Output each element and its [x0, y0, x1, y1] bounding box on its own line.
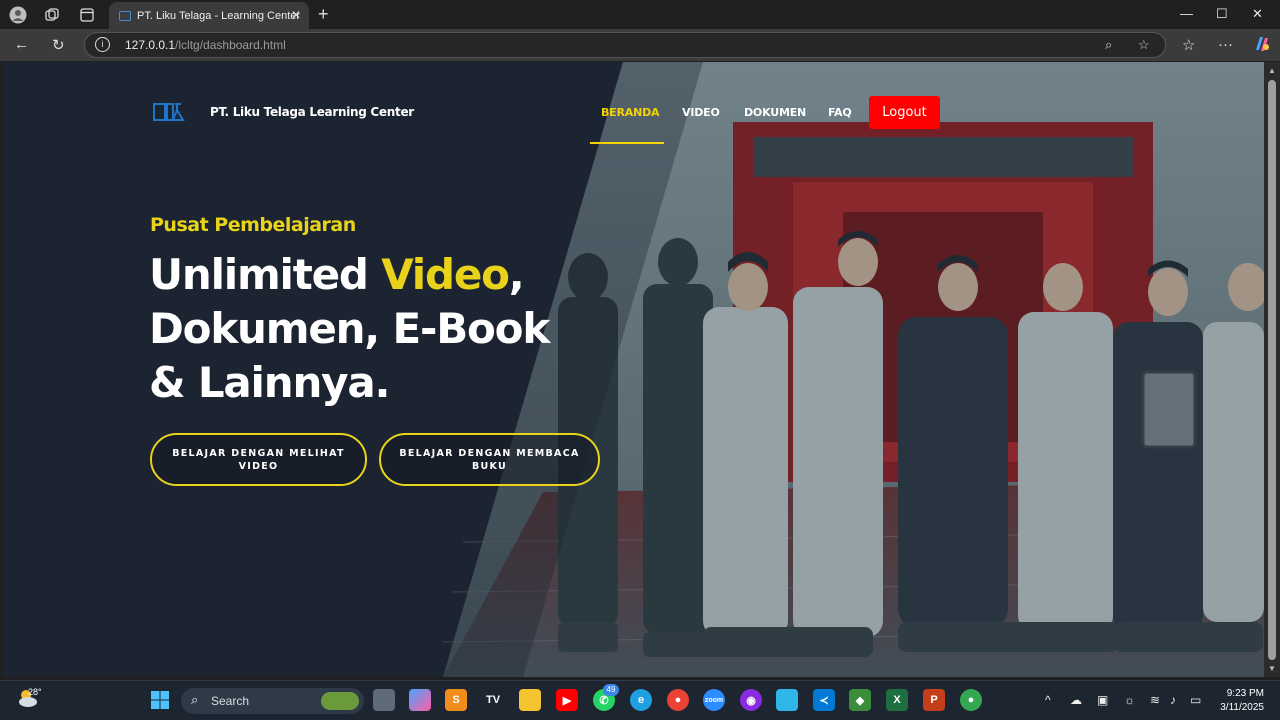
headline-text: Unlimited — [149, 250, 382, 299]
windows-start-icon[interactable] — [149, 689, 171, 711]
site-favicon-icon — [119, 10, 131, 21]
maximize-icon[interactable]: ☐ — [1216, 6, 1228, 22]
hero-headline: Unlimited Video, Dokumen, E-Book & Lainn… — [149, 248, 609, 410]
task-view-icon[interactable] — [373, 689, 395, 711]
active-nav-indicator — [590, 142, 664, 144]
refresh-icon[interactable]: ↻ — [52, 36, 65, 54]
system-clock[interactable]: 9:23 PM 3/11/2025 — [1208, 687, 1264, 715]
headline-line3: & Lainnya. — [149, 358, 390, 407]
file-explorer-icon[interactable] — [519, 689, 541, 711]
site-brand[interactable]: PT. Liku Telaga Learning Center — [210, 105, 414, 119]
more-menu-icon[interactable]: ··· — [1218, 36, 1233, 53]
battery-icon[interactable]: ▭ — [1190, 693, 1201, 707]
address-bar[interactable]: i 127.0.0.1/lcltg/dashboard.html ⌕ ☆ — [84, 32, 1166, 58]
excel-icon[interactable]: X — [886, 689, 908, 711]
edge-icon[interactable]: e — [630, 689, 652, 711]
read-book-button[interactable]: BELAJAR DENGAN MEMBACA BUKU — [379, 433, 600, 486]
nav-faq[interactable]: FAQ — [828, 106, 852, 119]
scroll-thumb[interactable] — [1268, 80, 1276, 660]
onedrive-icon[interactable]: ☁ — [1070, 693, 1082, 707]
windows-taskbar: 28° ⌕ Search S TV ▶ ✆ 49 e ● zoom ◉ ≺ ◆ … — [0, 680, 1280, 720]
browser-tab[interactable]: PT. Liku Telaga - Learning Center ✕ — [109, 2, 309, 29]
site-logo-icon[interactable] — [153, 100, 185, 124]
watch-video-button[interactable]: BELAJAR DENGAN MELIHAT VIDEO — [150, 433, 367, 486]
scroll-down-icon[interactable]: ▼ — [1268, 664, 1276, 673]
app-icon[interactable] — [776, 689, 798, 711]
page-viewport: PT. Liku Telaga Learning Center BERANDA … — [3, 62, 1264, 677]
powerpoint-icon[interactable]: P — [923, 689, 945, 711]
sublime-text-icon[interactable]: S — [445, 689, 467, 711]
headline-highlight: Video — [381, 250, 510, 299]
favorite-star-icon[interactable]: ☆ — [1138, 37, 1150, 53]
window-close-icon[interactable]: ✕ — [1252, 6, 1263, 22]
weather-temperature: 28° — [28, 687, 42, 697]
workspaces-icon[interactable] — [42, 5, 62, 25]
headline-comma: , — [508, 250, 525, 299]
search-highlight-icon — [321, 692, 359, 710]
whatsapp-notification-badge: 49 — [603, 684, 619, 696]
headline-line2: Dokumen, E-Book — [149, 304, 550, 353]
close-tab-icon[interactable]: ✕ — [291, 8, 301, 22]
tradingview-icon[interactable]: TV — [482, 689, 504, 711]
tab-actions-icon[interactable] — [77, 5, 97, 25]
tab-title: PT. Liku Telaga - Learning Center — [137, 9, 301, 22]
tray-app-icon[interactable]: ▣ — [1097, 693, 1108, 707]
youtube-icon[interactable]: ▶ — [556, 689, 578, 711]
volume-icon[interactable]: ♪ — [1170, 693, 1176, 707]
vscode-icon[interactable]: ≺ — [813, 689, 835, 711]
browser-tab-bar: PT. Liku Telaga - Learning Center ✕ + — … — [0, 0, 1280, 29]
favorites-icon[interactable]: ☆ — [1182, 36, 1195, 54]
page-scrollbar[interactable]: ▲ ▼ — [1264, 62, 1280, 677]
taskbar-search[interactable]: ⌕ Search — [181, 688, 364, 714]
wifi-icon[interactable]: ≋ — [1150, 693, 1160, 707]
obs-icon[interactable]: ◉ — [740, 689, 762, 711]
minimize-icon[interactable]: — — [1180, 6, 1193, 21]
git-icon[interactable]: ◆ — [849, 689, 871, 711]
brightness-icon[interactable]: ☼ — [1124, 693, 1135, 707]
clock-date: 3/11/2025 — [1220, 702, 1264, 713]
zoom-app-icon[interactable]: zoom — [703, 689, 725, 711]
address-toolbar: ← ↻ i 127.0.0.1/lcltg/dashboard.html ⌕ ☆… — [0, 29, 1280, 61]
logout-button[interactable]: Logout — [869, 96, 940, 129]
chrome-profile-icon[interactable]: ● — [960, 689, 982, 711]
show-hidden-icons-icon[interactable]: ^ — [1045, 693, 1051, 707]
zoom-icon[interactable]: ⌕ — [1105, 37, 1112, 53]
site-info-icon[interactable]: i — [95, 37, 110, 52]
scroll-up-icon[interactable]: ▲ — [1268, 66, 1276, 75]
search-placeholder: Search — [211, 694, 250, 708]
chrome-icon[interactable]: ● — [667, 689, 689, 711]
url-text[interactable]: 127.0.0.1/lcltg/dashboard.html — [125, 38, 286, 52]
nav-beranda[interactable]: BERANDA — [601, 106, 660, 119]
hero-eyebrow: Pusat Pembelajaran — [150, 214, 356, 236]
search-icon: ⌕ — [191, 692, 199, 707]
nav-video[interactable]: VIDEO — [682, 106, 720, 119]
nav-dokumen[interactable]: DOKUMEN — [744, 106, 806, 119]
copilot-app-icon[interactable] — [409, 689, 431, 711]
clock-time: 9:23 PM — [1226, 688, 1264, 699]
profile-icon[interactable] — [8, 5, 28, 25]
copilot-icon[interactable] — [1252, 34, 1272, 58]
back-icon[interactable]: ← — [14, 36, 29, 53]
new-tab-icon[interactable]: + — [318, 4, 329, 25]
